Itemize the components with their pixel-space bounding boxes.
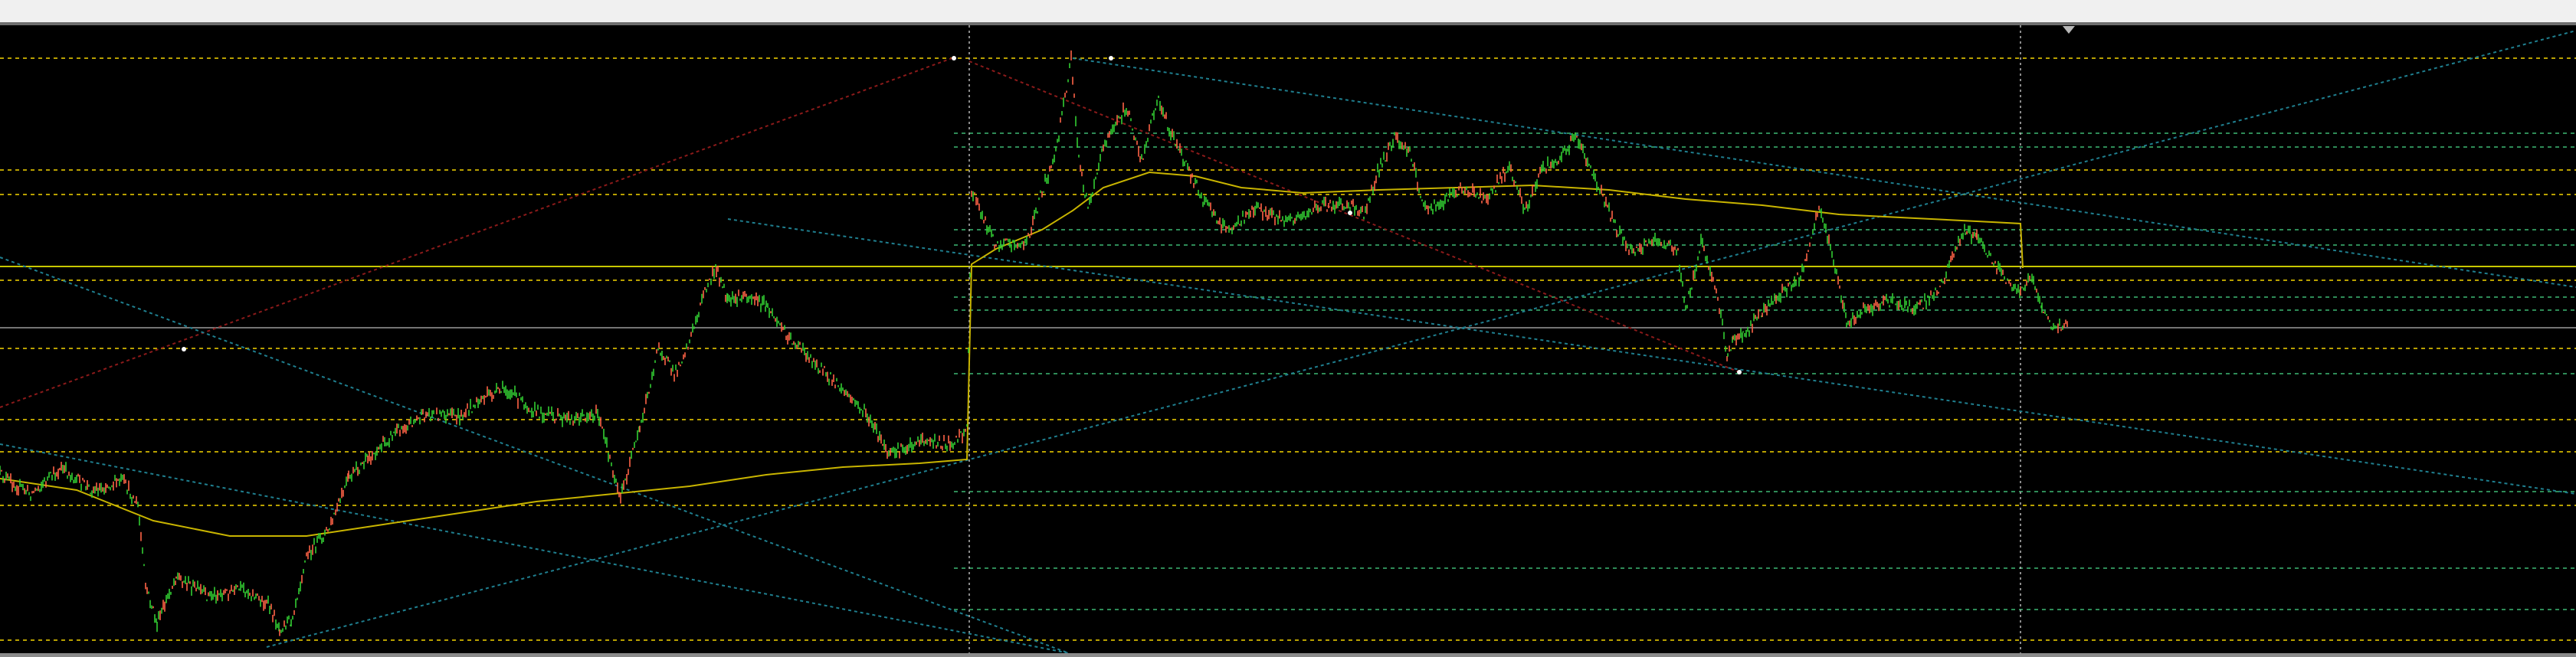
trend-line[interactable] (0, 257, 1070, 653)
trend-lines (0, 30, 2576, 653)
candles[interactable] (0, 50, 2068, 636)
chart-shift-marker-icon[interactable] (2063, 26, 2075, 34)
anchor-point[interactable] (1348, 211, 1352, 215)
anchor-point[interactable] (1737, 370, 1742, 374)
period-separators (968, 25, 2021, 653)
anchor-point[interactable] (1109, 56, 1113, 60)
anchor-point[interactable] (952, 56, 956, 60)
anchor-point[interactable] (182, 347, 186, 351)
trend-line[interactable] (266, 30, 2576, 648)
moving-average-line[interactable] (0, 171, 2024, 537)
price-chart[interactable] (0, 25, 2576, 653)
moving-average[interactable] (0, 171, 2024, 537)
chart-bottom-border (0, 653, 2576, 657)
trading-terminal (0, 0, 2576, 657)
horizontal-levels (0, 57, 2576, 641)
trend-line[interactable] (727, 218, 2576, 495)
top-toolbar (0, 0, 2576, 25)
trend-line[interactable] (968, 60, 1740, 373)
trend-line[interactable] (1072, 57, 2576, 288)
line-anchors (182, 56, 1742, 374)
